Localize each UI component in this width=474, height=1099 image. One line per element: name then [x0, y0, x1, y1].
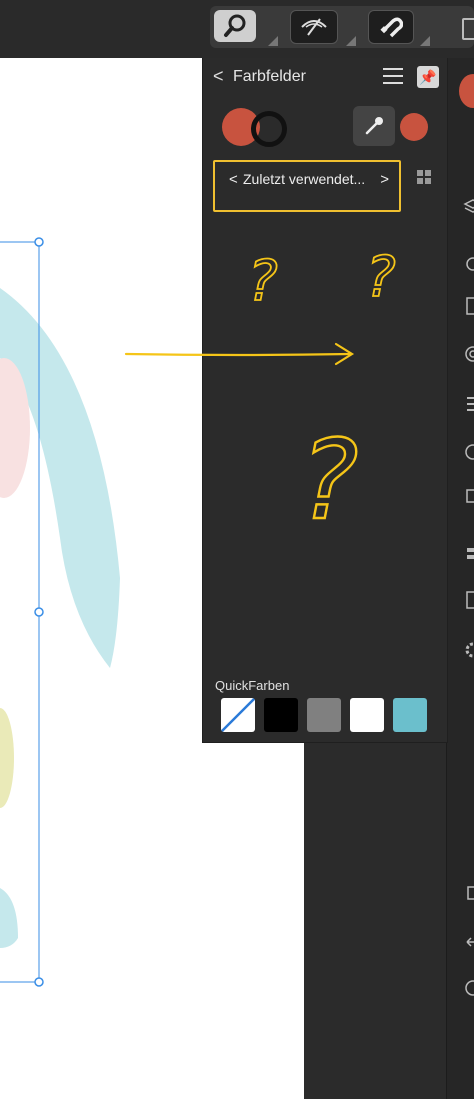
- quick-colors-label: QuickFarben: [215, 678, 290, 693]
- color-dot-icon[interactable]: [459, 74, 474, 108]
- settings-icon[interactable]: [463, 640, 474, 660]
- toolbar-corner-marker: [346, 36, 356, 46]
- panel-title: Farbfelder: [233, 68, 306, 85]
- top-toolbar: [0, 0, 474, 59]
- magnet-icon: [380, 17, 403, 38]
- palette-name: Zuletzt verwendet...: [243, 171, 366, 187]
- workspace-background: [304, 742, 446, 1099]
- stroke-color-well[interactable]: [251, 111, 287, 147]
- layers-icon[interactable]: [463, 198, 474, 218]
- pin-icon[interactable]: 📌: [417, 66, 439, 88]
- stock-icon[interactable]: [463, 590, 474, 610]
- quick-color-cyan[interactable]: [393, 698, 427, 732]
- node-tool-icon[interactable]: [463, 884, 474, 904]
- picked-color-swatch: [400, 113, 428, 141]
- quick-color-white[interactable]: [350, 698, 384, 732]
- view-mode-button[interactable]: [290, 10, 338, 44]
- quick-color-none[interactable]: [221, 698, 255, 732]
- color-picker-button[interactable]: [353, 106, 395, 146]
- studio-sidebar: [446, 58, 474, 1099]
- quick-color-gray[interactable]: [307, 698, 341, 732]
- zoom-tool-button[interactable]: [214, 10, 256, 42]
- toolbar-corner-marker: [420, 36, 430, 46]
- rotate-icon[interactable]: [463, 978, 474, 998]
- magnifier-icon: [224, 14, 246, 37]
- eyedropper-icon: [365, 117, 383, 135]
- menu-icon[interactable]: [383, 68, 403, 84]
- text-styles-icon[interactable]: [463, 394, 474, 414]
- palette-selector[interactable]: < Zuletzt verwendet... >: [213, 160, 401, 212]
- grid-view-icon[interactable]: [417, 170, 431, 184]
- styles-icon[interactable]: [463, 344, 474, 364]
- quick-color-black[interactable]: [264, 698, 298, 732]
- history-icon[interactable]: [463, 544, 474, 564]
- eye-slash-icon: [301, 18, 327, 36]
- transform-icon[interactable]: [463, 488, 474, 508]
- prev-palette-button[interactable]: <: [229, 171, 238, 188]
- adjustments-icon[interactable]: [463, 296, 474, 316]
- effects-icon[interactable]: [463, 254, 474, 274]
- document-icon[interactable]: [462, 18, 474, 40]
- back-button[interactable]: <: [213, 66, 224, 87]
- swatches-panel: < Farbfelder 📌 < Zuletzt verwendet... > …: [202, 58, 448, 743]
- snapping-button[interactable]: [368, 10, 414, 44]
- next-palette-button[interactable]: >: [380, 171, 389, 188]
- move-icon[interactable]: [463, 932, 474, 952]
- navigator-icon[interactable]: [463, 442, 474, 462]
- toolbar-corner-marker: [268, 36, 278, 46]
